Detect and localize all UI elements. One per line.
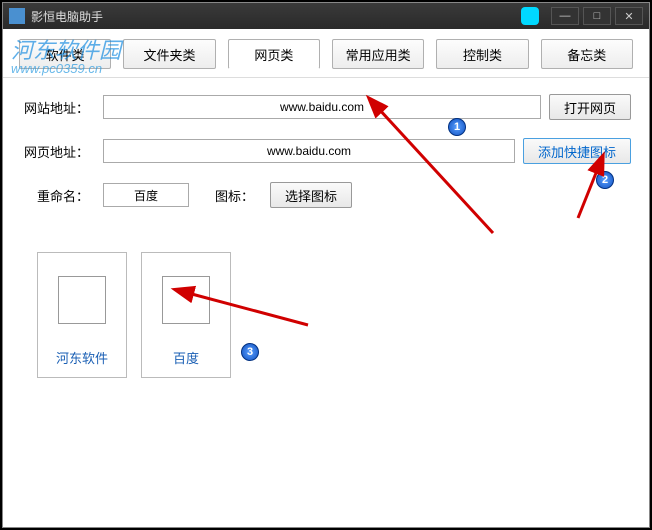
shortcut-label: 河东软件 xyxy=(56,348,108,367)
tab-common-app[interactable]: 常用应用类 xyxy=(332,39,424,69)
shortcut-item[interactable]: 河东软件 xyxy=(37,252,127,378)
shortcut-item[interactable]: 百度 xyxy=(141,252,231,378)
add-shortcut-button[interactable]: 添加快捷图标 xyxy=(523,138,631,164)
titlebar: 影恒电脑助手 — □ ✕ xyxy=(3,3,649,29)
webpage-label: 网页地址： xyxy=(21,142,89,161)
shortcut-label: 百度 xyxy=(173,348,199,367)
minimize-button[interactable]: — xyxy=(551,7,579,25)
webpage-row: 网页地址： 添加快捷图标 xyxy=(21,138,631,164)
tab-software[interactable]: 软件类 xyxy=(19,39,111,69)
choose-icon-button[interactable]: 选择图标 xyxy=(270,182,352,208)
rename-label: 重命名： xyxy=(21,186,89,205)
android-icon[interactable] xyxy=(521,7,539,25)
app-icon xyxy=(9,8,25,24)
shortcut-icon xyxy=(58,276,106,324)
open-webpage-button[interactable]: 打开网页 xyxy=(549,94,631,120)
form-area: 网站地址： 打开网页 网页地址： 添加快捷图标 重命名： 图标： 选择图标 xyxy=(3,78,649,242)
tab-bar: 软件类 文件夹类 网页类 常用应用类 控制类 备忘类 xyxy=(3,29,649,78)
icon-label: 图标： xyxy=(215,186,254,205)
webpage-input[interactable] xyxy=(103,139,515,163)
tab-control[interactable]: 控制类 xyxy=(436,39,528,69)
rename-row: 重命名： 图标： 选择图标 xyxy=(21,182,631,208)
shortcuts-area: 河东软件 百度 xyxy=(3,252,649,378)
window-title: 影恒电脑助手 xyxy=(31,8,521,25)
tab-folder[interactable]: 文件夹类 xyxy=(123,39,215,69)
website-row: 网站地址： 打开网页 xyxy=(21,94,631,120)
website-label: 网站地址： xyxy=(21,98,89,117)
close-button[interactable]: ✕ xyxy=(615,7,643,25)
maximize-button[interactable]: □ xyxy=(583,7,611,25)
tab-memo[interactable]: 备忘类 xyxy=(541,39,633,69)
shortcut-icon xyxy=(162,276,210,324)
app-window: 影恒电脑助手 — □ ✕ 河东软件园 www.pc0359.cn 软件类 文件夹… xyxy=(2,2,650,528)
rename-input[interactable] xyxy=(103,183,189,207)
website-input[interactable] xyxy=(103,95,541,119)
tab-webpage[interactable]: 网页类 xyxy=(228,39,320,69)
